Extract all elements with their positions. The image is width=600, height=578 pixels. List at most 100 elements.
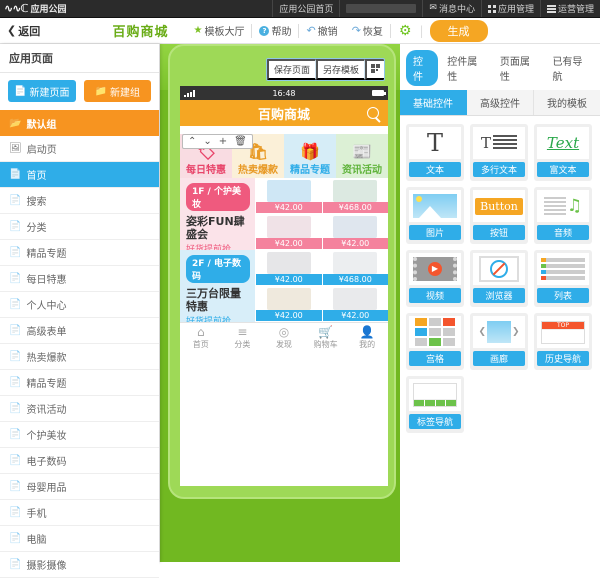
topbar-item-home[interactable]: 应用公园首页 [272, 0, 339, 17]
page-list-item[interactable]: 📄 热卖爆款 [0, 344, 159, 370]
product-image [266, 288, 311, 310]
tab-bar-item[interactable]: ◎ 发现 [263, 326, 305, 350]
product-cell[interactable]: ¥42.00 [255, 178, 322, 214]
widget-card[interactable]: TOP 历史导航 [534, 313, 592, 370]
tab-bar-item[interactable]: ≡ 分类 [222, 326, 264, 350]
page-list-item[interactable]: 📄 电脑 [0, 526, 159, 552]
floor-products: ¥42.00 ¥468.00 ¥42.00 ¥42.00 [255, 178, 388, 250]
page-list-item[interactable]: 📄 精品专题 [0, 370, 159, 396]
panel-tab[interactable]: 控件 [406, 50, 439, 86]
widget-card[interactable]: ❮ ❯ 画廊 [470, 313, 528, 370]
new-page-button[interactable]: 📄 新建页面 [8, 80, 76, 102]
chevron-up-icon[interactable]: ⌃ [188, 136, 196, 147]
page-list-item-label: 搜索 [26, 197, 47, 208]
redo-button[interactable]: ↷ 恢复 [345, 23, 391, 38]
widget-edit-toolbar[interactable]: ⌃ ⌄ + 🗑 [182, 134, 253, 149]
chevron-down-icon[interactable]: ⌄ [203, 136, 211, 147]
page-list-item[interactable]: 📄 分类 [0, 214, 159, 240]
panel-subtab[interactable]: 基础控件 [400, 90, 467, 115]
floor-banner[interactable]: 1F / 个护美妆姿彩FUN肆盛会好货提前抢¥109.00 [180, 178, 255, 250]
plus-icon[interactable]: + [219, 136, 227, 147]
page-list-item[interactable]: 📄 精品专题 [0, 240, 159, 266]
template-hall-button[interactable]: ★ 模板大厅 [187, 23, 253, 38]
topbar-item-ops-manage[interactable]: 运营管理 [539, 0, 600, 17]
widget-card[interactable]: Text 富文本 [534, 124, 592, 181]
widget-card[interactable]: T 文本 [406, 124, 464, 181]
help-button[interactable]: ? 帮助 [252, 23, 300, 38]
page-list-item[interactable]: 📄 电子数码 [0, 448, 159, 474]
floor-banner[interactable]: 2F / 电子数码三万台限量特惠好货提前抢¥109.00 [180, 250, 255, 322]
widget-card[interactable]: T 多行文本 [470, 124, 528, 181]
widget-card[interactable]: 标签导航 [406, 376, 464, 433]
new-group-button[interactable]: 📁 新建组 [83, 80, 151, 102]
panel-tab[interactable]: 控件属性 [440, 50, 491, 86]
topbar-item-messages[interactable]: ✉ 消息中心 [422, 0, 481, 17]
page-list-item[interactable]: 📄 母婴用品 [0, 474, 159, 500]
video-icon: ▶ [409, 253, 461, 285]
file-icon: 📄 [9, 325, 22, 336]
tab-bar-item[interactable]: ⌂ 首页 [180, 326, 222, 350]
product-cell[interactable]: ¥42.00 [321, 286, 388, 322]
brand-logo[interactable]: ∿∿ℂ 应用公园 [0, 2, 272, 15]
file-icon: 📄 [9, 429, 22, 440]
product-image [266, 216, 311, 238]
page-list-item[interactable]: 📄 个护美妆 [0, 422, 159, 448]
product-cell[interactable]: ¥468.00 [321, 250, 388, 286]
widget-card[interactable]: 图片 [406, 187, 464, 244]
page-list-item[interactable]: 📄 搜索 [0, 188, 159, 214]
page-list-item-label: 热卖爆款 [26, 353, 67, 364]
topbar-item-app-manage[interactable]: 应用管理 [480, 0, 540, 17]
page-list-item[interactable]: 📄 高级表单 [0, 318, 159, 344]
page-list-item[interactable]: 📄 手机 [0, 500, 159, 526]
gift-icon: 🎁 [300, 142, 320, 161]
product-cell[interactable]: ¥42.00 [255, 250, 322, 286]
image-icon: 🖼 [9, 143, 22, 154]
product-cell[interactable]: ¥42.00 [321, 214, 388, 250]
save-page-button[interactable]: 保存页面 [266, 59, 316, 80]
widget-card[interactable]: 宫格 [406, 313, 464, 370]
qr-code-button[interactable] [365, 59, 384, 80]
widget-card[interactable]: ▶ 视频 [406, 250, 464, 307]
generate-button[interactable]: 生成 [429, 19, 488, 42]
user-icon: 👤 [359, 324, 375, 339]
tab-bar-item[interactable]: 👤 我的 [346, 326, 388, 350]
widget-card[interactable]: ♫ 音频 [534, 187, 592, 244]
multiline-text-icon: T [473, 127, 525, 159]
widget-label: 多行文本 [473, 162, 525, 177]
product-cell[interactable]: ¥42.00 [255, 214, 322, 250]
page-list-item[interactable]: 📄 每日特惠 [0, 266, 159, 292]
product-cell[interactable]: ¥468.00 [321, 178, 388, 214]
product-image [333, 252, 378, 274]
floor-section[interactable]: 2F / 电子数码三万台限量特惠好货提前抢¥109.00¥42.00¥468.0… [180, 250, 388, 322]
tab-bar-item[interactable]: 🛒 购物车 [305, 326, 347, 350]
product-cell[interactable]: ¥42.00 [255, 286, 322, 322]
panel-tab[interactable]: 页面属性 [493, 50, 544, 86]
floor-section[interactable]: 1F / 个护美妆姿彩FUN肆盛会好货提前抢¥109.00¥42.00¥468.… [180, 178, 388, 250]
tab-bar-label: 我的 [359, 339, 376, 349]
save-template-button[interactable]: 另存模板 [315, 59, 365, 80]
page-list-item[interactable]: 📂 默认组 [0, 110, 159, 136]
page-list-item[interactable]: 📄 资讯活动 [0, 396, 159, 422]
tab-nav-icon [409, 379, 461, 411]
rich-text-icon: Text [537, 127, 589, 159]
page-list-item[interactable]: 📄 首页 [0, 162, 159, 188]
widget-card[interactable]: Button 按钮 [470, 187, 528, 244]
widget-card[interactable]: 列表 [534, 250, 592, 307]
topbar-search-placeholder[interactable] [339, 0, 422, 17]
page-list-item-label: 每日特惠 [26, 275, 67, 286]
gear-icon[interactable]: ⚙ [391, 23, 420, 39]
panel-subtab[interactable]: 我的模板 [534, 90, 600, 115]
product-price: ¥468.00 [322, 202, 388, 213]
panel-subtab[interactable]: 高级控件 [467, 90, 534, 115]
trash-icon[interactable]: 🗑 [234, 136, 247, 147]
page-list-item[interactable]: 📄 摄影摄像 [0, 552, 159, 578]
search-icon[interactable] [367, 107, 379, 119]
undo-button[interactable]: ↶ 撤销 [299, 24, 344, 38]
widget-card[interactable]: 浏览器 [470, 250, 528, 307]
text-icon: T [409, 127, 461, 159]
quick-nav-cell[interactable]: 🎁 精品专题 [284, 134, 336, 178]
page-list-item[interactable]: 📄 个人中心 [0, 292, 159, 318]
panel-tab[interactable]: 已有导航 [545, 50, 596, 86]
quick-nav-cell[interactable]: 📰 资讯活动 [336, 134, 388, 178]
page-list-item[interactable]: 🖼 启动页 [0, 136, 159, 162]
